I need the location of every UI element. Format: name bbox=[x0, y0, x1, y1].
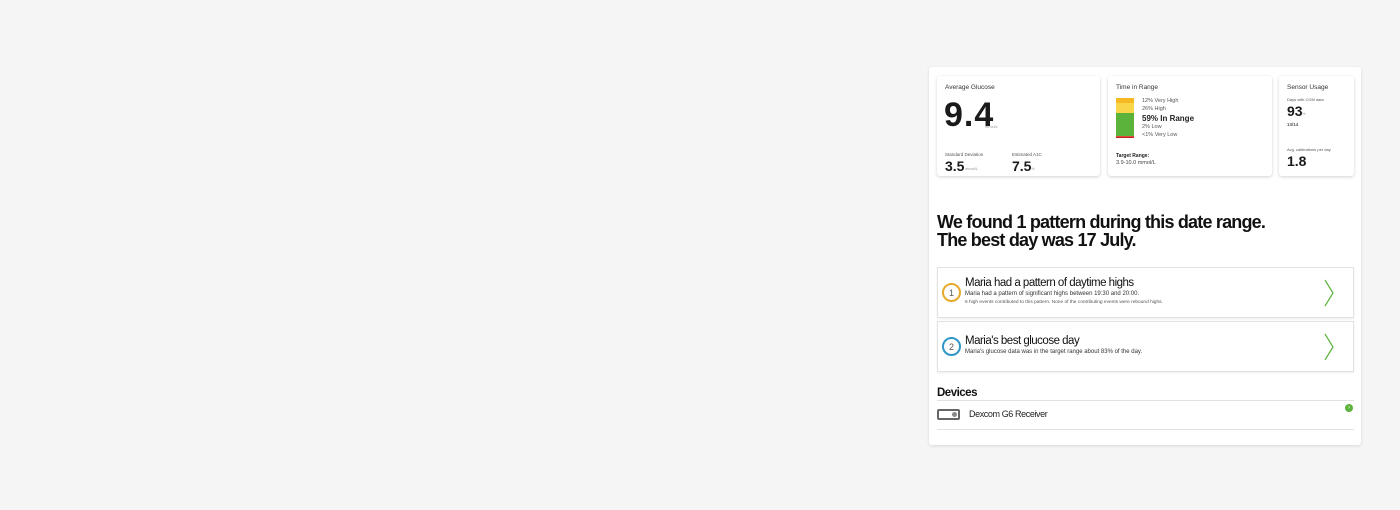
tir-in-range: 59% In Range bbox=[1142, 114, 1195, 123]
tir-very-high: 12% Very High bbox=[1142, 98, 1179, 104]
std-dev-label: Standard Deviation bbox=[945, 152, 984, 157]
tir-bar-segment bbox=[1116, 112, 1134, 137]
std-dev-unit: mmol/L bbox=[965, 166, 979, 171]
tir-high: 26% High bbox=[1142, 106, 1166, 112]
pattern-number-badge: 1 bbox=[942, 283, 961, 302]
tir-very-low: <1% Very Low bbox=[1142, 132, 1178, 138]
average-glucose-title: Average Glucose bbox=[945, 84, 995, 91]
time-in-range-title: Time in Range bbox=[1116, 84, 1159, 91]
std-dev-value: 3.5 bbox=[945, 158, 965, 174]
time-in-range-bar bbox=[1116, 98, 1134, 139]
average-glucose-unit: mmol/L bbox=[985, 124, 999, 129]
pattern-title: Maria's best glucose day bbox=[965, 335, 1080, 347]
tir-low: 2% Low bbox=[1142, 124, 1162, 130]
headline-line-1: We found 1 pattern during this date rang… bbox=[937, 212, 1266, 232]
tir-bar-segment bbox=[1116, 102, 1134, 113]
chevron-right-icon[interactable] bbox=[1323, 333, 1335, 361]
days-cgm-label: Days with CGM data bbox=[1287, 97, 1324, 102]
days-cgm-ratio: 13/14 bbox=[1287, 122, 1299, 127]
sensor-usage-card: Sensor Usage Days with CGM data 93 % 13/… bbox=[1279, 76, 1354, 176]
chevron-right-icon[interactable] bbox=[1323, 279, 1335, 307]
pattern-title: Maria had a pattern of daytime highs bbox=[965, 277, 1134, 289]
report-panel: Average Glucose 9.4 mmol/L Standard Devi… bbox=[929, 67, 1361, 445]
device-name[interactable]: Dexcom G6 Receiver bbox=[969, 409, 1048, 419]
sensor-usage-title: Sensor Usage bbox=[1287, 84, 1329, 91]
a1c-label: Estimated A1C bbox=[1012, 152, 1042, 157]
target-range-label: Target Range: bbox=[1116, 153, 1150, 159]
devices-title: Devices bbox=[937, 387, 977, 399]
target-range-value: 3.9-10.0 mmol/L bbox=[1116, 160, 1156, 166]
pattern-card-1[interactable]: 1 Maria had a pattern of daytime highs M… bbox=[937, 267, 1354, 318]
receiver-icon bbox=[937, 409, 960, 420]
headline-line-2: The best day was 17 July. bbox=[937, 230, 1137, 250]
time-in-range-card: Time in Range 12% Very High 26% High 59%… bbox=[1108, 76, 1272, 176]
tir-bar-segment bbox=[1116, 137, 1134, 139]
average-glucose-card: Average Glucose 9.4 mmol/L Standard Devi… bbox=[937, 76, 1100, 176]
calibrations-value: 1.8 bbox=[1287, 153, 1307, 169]
divider bbox=[937, 400, 1354, 401]
device-status-icon[interactable]: › bbox=[1345, 404, 1353, 412]
pattern-headline: We found 1 pattern during this date rang… bbox=[937, 213, 1357, 249]
a1c-unit: % bbox=[1031, 166, 1035, 171]
calibrations-label: Avg. calibrations per day bbox=[1287, 147, 1331, 152]
pattern-number-badge: 2 bbox=[942, 337, 961, 356]
days-cgm-unit: % bbox=[1302, 111, 1306, 116]
divider bbox=[937, 429, 1354, 430]
a1c-value: 7.5 bbox=[1012, 158, 1032, 174]
pattern-description-detail: 6 high events contributed to this patter… bbox=[965, 300, 1163, 305]
pattern-card-2[interactable]: 2 Maria's best glucose day Maria's gluco… bbox=[937, 321, 1354, 372]
average-glucose-value: 9.4 bbox=[944, 96, 995, 134]
pattern-description: Maria had a pattern of significant highs… bbox=[965, 291, 1140, 297]
pattern-description: Maria's glucose data was in the target r… bbox=[965, 349, 1143, 355]
days-cgm-value: 93 bbox=[1287, 103, 1303, 119]
